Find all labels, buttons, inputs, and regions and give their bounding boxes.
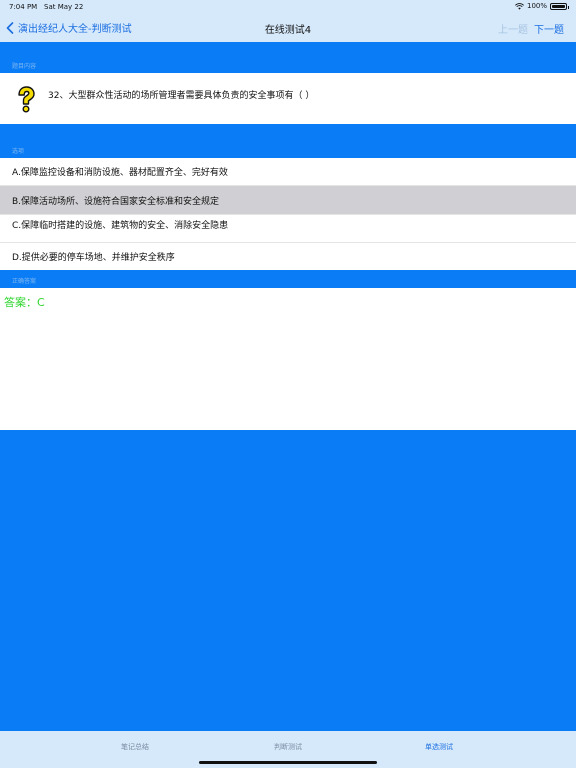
- tab-notes[interactable]: 笔记总结: [85, 742, 185, 752]
- tab-true-false-test[interactable]: 判断测试: [238, 742, 338, 752]
- battery-percent: 100%: [526, 2, 547, 10]
- answer-section-label: 正确答案: [12, 278, 37, 285]
- option-a[interactable]: A.保障监控设备和消防设施、器材配置齐全、完好有效: [0, 158, 576, 186]
- question-mark-icon: [18, 86, 35, 113]
- option-a-label: A.保障监控设备和消防设施、器材配置齐全、完好有效: [12, 168, 228, 178]
- question-text: 32、大型群众性活动的场所管理者需要具体负责的安全事项有（ ）: [48, 91, 315, 101]
- question-card: 32、大型群众性活动的场所管理者需要具体负责的安全事项有（ ）: [0, 73, 576, 124]
- option-b-label: B.保障活动场所、设施符合国家安全标准和安全规定: [12, 196, 220, 207]
- status-bar: 7:04 PM Sat May 22 100%: [0, 0, 576, 14]
- option-d-label: D.提供必要的停车场地、并维护安全秩序: [12, 253, 175, 263]
- page-title: 在线测试4: [264, 25, 312, 36]
- option-c[interactable]: C.保障临时搭建的设施、建筑物的安全、消除安全隐患: [0, 215, 576, 243]
- previous-question-button[interactable]: 上一题: [498, 21, 528, 36]
- status-time: 7:04 PM: [9, 3, 38, 11]
- options-section-label: 选项: [12, 148, 25, 155]
- status-right: 100%: [515, 2, 569, 10]
- answer-card: 答案：C: [0, 288, 576, 430]
- wifi-icon: [515, 2, 524, 10]
- status-date: Sat May 22: [44, 3, 84, 11]
- option-d[interactable]: D.提供必要的停车场地、并维护安全秩序: [0, 243, 576, 270]
- option-c-label: C.保障临时搭建的设施、建筑物的安全、消除安全隐患: [12, 221, 229, 231]
- next-question-button[interactable]: 下一题: [534, 21, 564, 36]
- home-indicator: [199, 761, 377, 764]
- answer-text: 答案：C: [4, 296, 45, 309]
- question-section-label: 题目内容: [12, 63, 37, 70]
- option-b[interactable]: B.保障活动场所、设施符合国家安全标准和安全规定: [0, 186, 576, 215]
- tab-bar: 笔记总结 判断测试 单选测试: [0, 731, 576, 768]
- navigation-bar: 演出经纪人大全-判断测试 在线测试4 上一题 下一题: [0, 14, 576, 42]
- battery-icon: [550, 2, 569, 10]
- tab-single-choice-test[interactable]: 单选测试: [389, 742, 489, 752]
